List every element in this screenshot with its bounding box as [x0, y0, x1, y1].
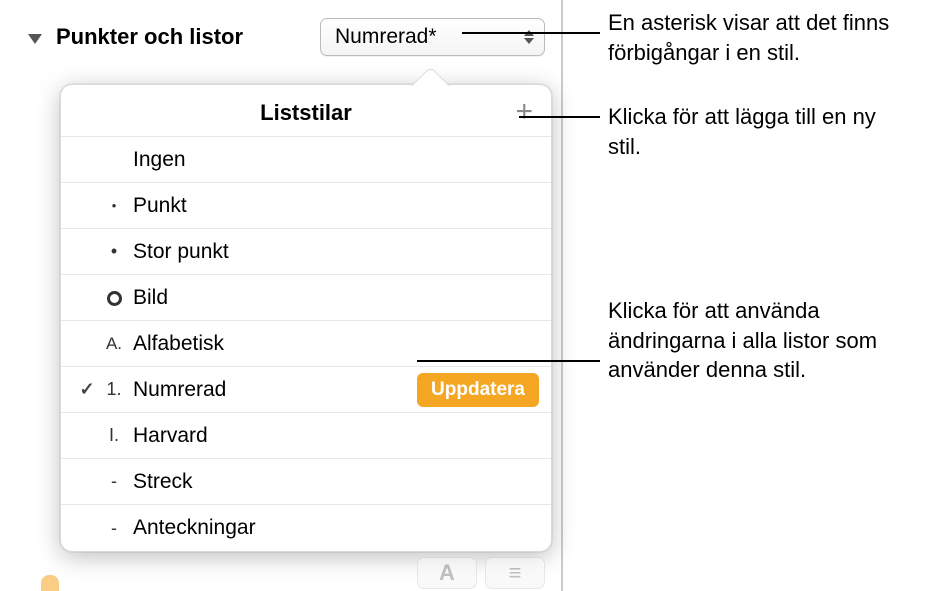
list-styles-popover: Liststilar + Ingen • Punkt: [60, 84, 552, 552]
bullet-icon: •: [99, 198, 129, 213]
style-item-notes[interactable]: - Anteckningar: [61, 505, 551, 551]
callout-leader: [519, 116, 600, 118]
style-item-label: Anteckningar: [129, 516, 539, 540]
style-item-numbered[interactable]: ✓ 1. Numrerad Uppdatera: [61, 367, 551, 413]
style-item-label: Ingen: [129, 148, 539, 172]
update-style-button[interactable]: Uppdatera: [417, 373, 539, 407]
bullet-icon: 1.: [99, 379, 129, 400]
add-style-button[interactable]: +: [515, 97, 533, 127]
style-item-label: Harvard: [129, 424, 539, 448]
style-item-bullet[interactable]: • Punkt: [61, 183, 551, 229]
callout-leader: [417, 360, 600, 362]
inspector-panel: Punkter och listor Numrerad* Liststilar …: [18, 0, 563, 591]
callout-leader: [462, 32, 600, 34]
callout-add-style: Klicka för att lägga till en ny stil.: [608, 102, 908, 161]
list-style-select-value: Numrerad*: [335, 25, 437, 49]
check-col: ✓: [75, 379, 99, 400]
style-item-none[interactable]: Ingen: [61, 137, 551, 183]
section-label: Punkter och listor: [56, 24, 310, 50]
font-size-button[interactable]: A: [417, 557, 477, 589]
lines-icon: ≡: [509, 560, 522, 586]
alignment-button[interactable]: ≡: [485, 557, 545, 589]
checkmark-icon: ✓: [79, 379, 94, 400]
bullet-ring-icon: [99, 287, 129, 308]
plus-icon: +: [515, 95, 533, 128]
style-item-label: Punkt: [129, 194, 539, 218]
style-item-label: Bild: [129, 286, 539, 310]
bullet-icon: -: [99, 518, 129, 539]
bottom-controls: A ≡: [417, 557, 545, 589]
list-style-select[interactable]: Numrerad*: [320, 18, 545, 56]
style-item-big-bullet[interactable]: • Stor punkt: [61, 229, 551, 275]
callout-asterisk: En asterisk visar att det finns förbigån…: [608, 8, 938, 67]
style-item-label: Numrerad: [129, 378, 417, 402]
disclosure-triangle-icon[interactable]: [28, 34, 42, 44]
style-item-label: Alfabetisk: [129, 332, 539, 356]
callout-update-style: Klicka för att använda ändringarna i all…: [608, 296, 938, 385]
style-item-harvard[interactable]: I. Harvard: [61, 413, 551, 459]
section-header: Punkter och listor Numrerad*: [18, 0, 561, 68]
bullet-icon: A.: [99, 334, 129, 354]
bullet-icon: I.: [99, 425, 129, 446]
style-item-label: Stor punkt: [129, 240, 539, 264]
popover-title: Liststilar +: [61, 85, 551, 137]
bullet-icon: -: [99, 471, 129, 492]
style-item-label: Streck: [129, 470, 539, 494]
color-well-sliver: [41, 575, 59, 591]
popover-title-label: Liststilar: [260, 100, 352, 125]
style-list: Ingen • Punkt • Stor punkt Bild: [61, 137, 551, 551]
bullet-icon: •: [99, 241, 129, 262]
letter-a-icon: A: [439, 560, 455, 586]
style-item-image[interactable]: Bild: [61, 275, 551, 321]
style-item-dash[interactable]: - Streck: [61, 459, 551, 505]
